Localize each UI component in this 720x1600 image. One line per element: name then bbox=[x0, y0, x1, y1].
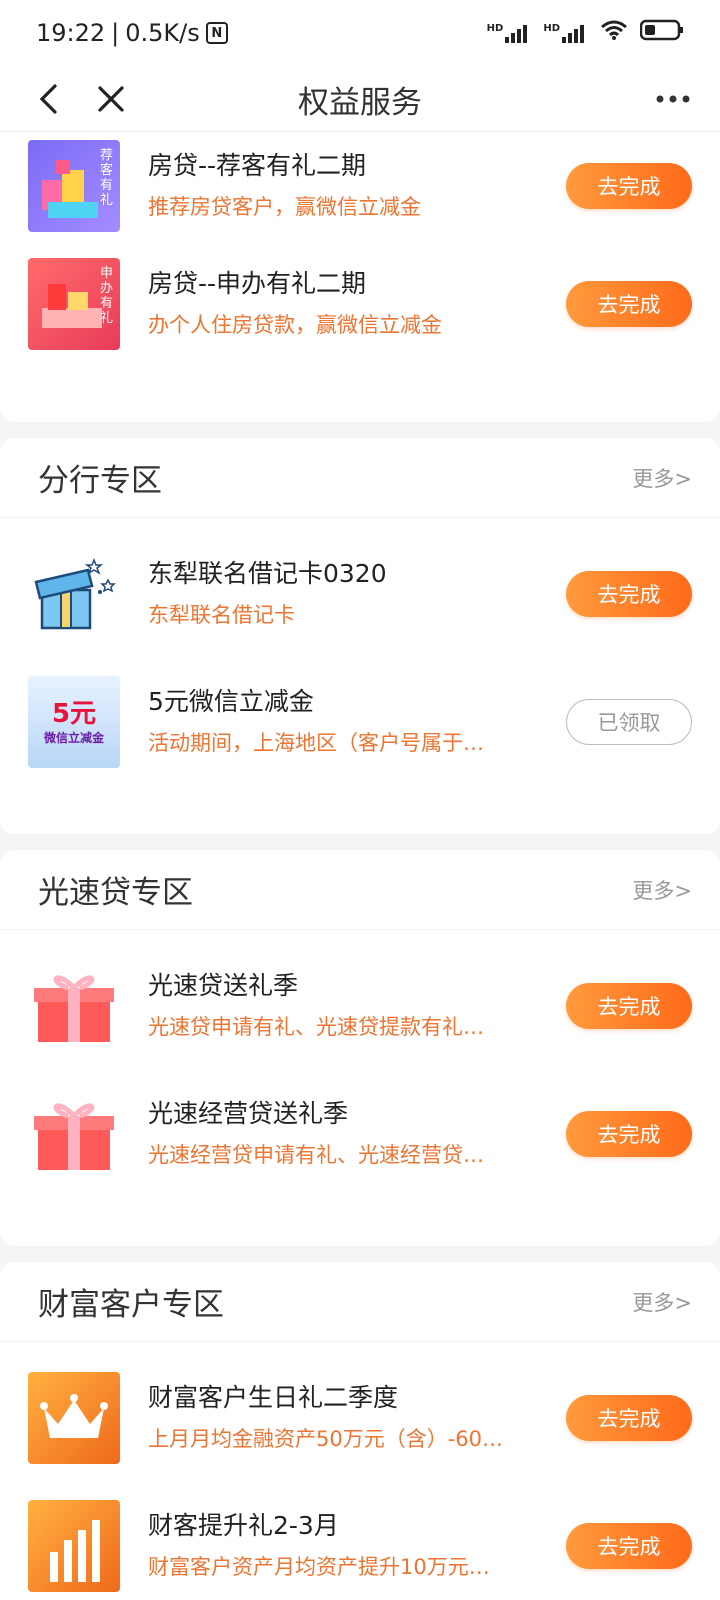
crown-icon bbox=[28, 1372, 120, 1464]
item-title: 光速经营贷送礼季 bbox=[148, 1099, 349, 1128]
complete-button[interactable]: 去完成 bbox=[566, 281, 692, 327]
back-button[interactable] bbox=[18, 66, 80, 132]
list-item[interactable]: 光速贷送礼季 光速贷申请有礼、光速贷提款有礼… 去完成 bbox=[0, 942, 720, 1070]
more-link[interactable]: 更多> bbox=[632, 463, 692, 493]
section-branch: 分行专区 更多> 东犁联名借记卡0320 东犁联名借记卡 去完成 5元 微信立减… bbox=[0, 438, 720, 834]
list-item[interactable]: 荐客有礼 房贷--荐客有礼二期 推荐房贷客户，赢微信立减金 去完成 bbox=[0, 132, 720, 240]
more-link[interactable]: 更多> bbox=[632, 1287, 692, 1317]
list-item[interactable]: 申办有礼 房贷--申办有礼二期 办个人住房贷款，赢微信立减金 去完成 bbox=[0, 240, 720, 368]
red-gift-icon bbox=[28, 1088, 120, 1180]
red-gift-icon bbox=[28, 960, 120, 1052]
content: 荐客有礼 房贷--荐客有礼二期 推荐房贷客户，赢微信立减金 去完成 申办有礼 房… bbox=[0, 132, 720, 1600]
battery-icon bbox=[639, 19, 684, 47]
list-item[interactable]: 光速经营贷送礼季 光速经营贷申请有礼、光速经营贷… 去完成 bbox=[0, 1070, 720, 1198]
item-title: 5元微信立减金 bbox=[148, 687, 314, 716]
wifi-icon bbox=[600, 19, 628, 47]
complete-button[interactable]: 去完成 bbox=[566, 983, 692, 1029]
claimed-button[interactable]: 已领取 bbox=[566, 699, 692, 745]
chevron-left-icon bbox=[39, 83, 57, 114]
status-separator: | bbox=[111, 19, 120, 47]
more-link[interactable]: 更多> bbox=[632, 875, 692, 905]
gift-box-icon bbox=[28, 548, 120, 640]
complete-button[interactable]: 去完成 bbox=[566, 1111, 692, 1157]
complete-button[interactable]: 去完成 bbox=[566, 163, 692, 209]
item-title: 东犁联名借记卡0320 bbox=[148, 559, 387, 588]
section-header: 光速贷专区 更多> bbox=[0, 850, 720, 930]
status-time: 19:22 bbox=[36, 19, 106, 47]
list-item[interactable]: 财客提升礼2-3月 财富客户资产月均资产提升10万元… 去完成 bbox=[0, 1482, 720, 1600]
item-title: 财富客户生日礼二季度 bbox=[148, 1383, 399, 1412]
item-desc: 上月月均金融资产50万元（含）-60… bbox=[148, 1427, 504, 1451]
complete-button[interactable]: 去完成 bbox=[566, 1395, 692, 1441]
item-title: 房贷--申办有礼二期 bbox=[148, 269, 367, 298]
close-icon bbox=[98, 85, 124, 112]
item-desc: 财富客户资产月均资产提升10万元… bbox=[148, 1555, 490, 1579]
close-button[interactable] bbox=[80, 66, 142, 132]
section-wealth: 财富客户专区 更多> 财富客户生日礼二季度 上月月均金融资产50万元（含）-60… bbox=[0, 1262, 720, 1600]
section-header: 分行专区 更多> bbox=[0, 438, 720, 518]
complete-button[interactable]: 去完成 bbox=[566, 1523, 692, 1569]
nav-bar: 权益服务 bbox=[0, 66, 720, 132]
item-desc: 活动期间，上海地区（客户号属于… bbox=[148, 731, 484, 755]
list-item[interactable]: 东犁联名借记卡0320 东犁联名借记卡 去完成 bbox=[0, 530, 720, 658]
section-title: 分行专区 bbox=[38, 463, 162, 499]
list-item[interactable]: 财富客户生日礼二季度 上月月均金融资产50万元（含）-60… 去完成 bbox=[0, 1354, 720, 1482]
item-desc: 光速经营贷申请有礼、光速经营贷… bbox=[148, 1143, 484, 1167]
item-desc: 光速贷申请有礼、光速贷提款有礼… bbox=[148, 1015, 484, 1039]
coupon-thumb-icon: 5元 微信立减金 bbox=[28, 676, 120, 768]
section-quick-loan: 光速贷专区 更多> 光速贷送礼季 光速贷申请有礼、光速贷提款有礼… 去完成 光速… bbox=[0, 850, 720, 1246]
top-card: 荐客有礼 房贷--荐客有礼二期 推荐房贷客户，赢微信立减金 去完成 申办有礼 房… bbox=[0, 132, 720, 422]
nfc-icon: N bbox=[205, 22, 228, 44]
item-title: 房贷--荐客有礼二期 bbox=[148, 151, 367, 180]
item-desc: 办个人住房贷款，赢微信立减金 bbox=[148, 313, 442, 337]
item-title: 光速贷送礼季 bbox=[148, 971, 299, 1000]
referral-thumb-icon: 荐客有礼 bbox=[28, 140, 120, 232]
section-header: 财富客户专区 更多> bbox=[0, 1262, 720, 1342]
growth-bars-icon bbox=[28, 1500, 120, 1592]
list-item[interactable]: 5元 微信立减金 5元微信立减金 活动期间，上海地区（客户号属于… 已领取 bbox=[0, 658, 720, 786]
coupon-amount: 5元 bbox=[51, 698, 97, 729]
item-title: 财客提升礼2-3月 bbox=[148, 1511, 339, 1540]
section-title: 财富客户专区 bbox=[38, 1287, 224, 1323]
status-bar: 19:22 | 0.5K/s N HD HD bbox=[0, 0, 720, 66]
item-desc: 推荐房贷客户，赢微信立减金 bbox=[148, 195, 421, 219]
application-thumb-icon: 申办有礼 bbox=[28, 258, 120, 350]
coupon-label: 微信立减金 bbox=[43, 730, 104, 745]
more-options-button[interactable] bbox=[642, 66, 704, 132]
complete-button[interactable]: 去完成 bbox=[566, 571, 692, 617]
signal-icon: HD bbox=[487, 23, 532, 43]
section-title: 光速贷专区 bbox=[38, 875, 193, 911]
signal-icon-2: HD bbox=[543, 23, 588, 43]
item-desc: 东犁联名借记卡 bbox=[148, 603, 295, 627]
status-speed: 0.5K/s bbox=[125, 19, 200, 47]
more-dots-icon bbox=[656, 95, 690, 103]
